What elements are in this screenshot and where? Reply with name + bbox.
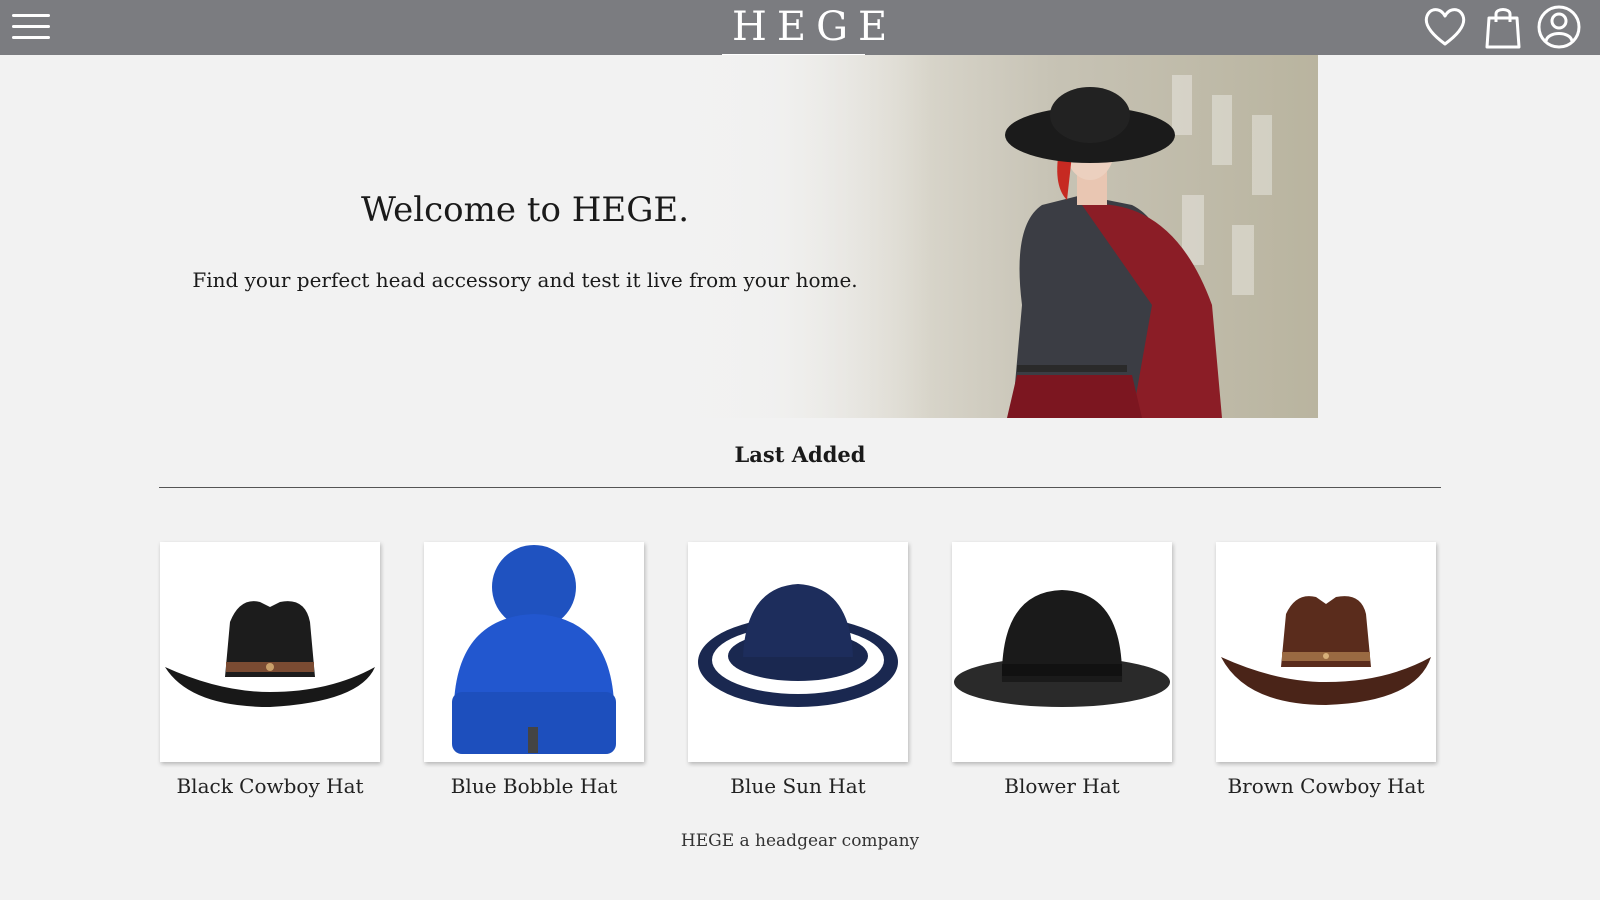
product-image-brown-cowboy-hat[interactable] (1216, 542, 1436, 762)
product-card[interactable]: Blower Hat (951, 542, 1173, 798)
product-grid: Black Cowboy Hat Blue Bobble Hat Blue Su… (159, 542, 1441, 802)
hero-fade-overlay (612, 55, 932, 418)
product-name[interactable]: Brown Cowboy Hat (1215, 774, 1437, 798)
product-name[interactable]: Blue Sun Hat (687, 774, 909, 798)
shopping-bag-icon[interactable] (1480, 4, 1526, 50)
product-card[interactable]: Blue Bobble Hat (423, 542, 645, 798)
heart-icon[interactable] (1422, 4, 1468, 50)
hamburger-menu-icon[interactable] (12, 12, 52, 42)
section-divider (159, 487, 1441, 488)
product-name[interactable]: Blue Bobble Hat (423, 774, 645, 798)
product-card[interactable]: Black Cowboy Hat (159, 542, 381, 798)
product-image-black-cowboy-hat[interactable] (160, 542, 380, 762)
product-image-blower-hat[interactable] (952, 542, 1172, 762)
product-image-blue-sun-hat[interactable] (688, 542, 908, 762)
hero-subtitle: Find your perfect head accessory and tes… (192, 268, 858, 292)
product-name[interactable]: Blower Hat (951, 774, 1173, 798)
hero-title: Welcome to HEGE. (360, 190, 690, 230)
product-image-blue-bobble-hat[interactable] (424, 542, 644, 762)
section-title-last-added: Last Added (734, 442, 866, 467)
brand-logo[interactable]: HEGE (722, 4, 887, 50)
footer-text: HEGE a headgear company (680, 831, 920, 851)
product-card[interactable]: Brown Cowboy Hat (1215, 542, 1437, 798)
user-account-icon[interactable] (1536, 4, 1582, 50)
product-name[interactable]: Black Cowboy Hat (159, 774, 381, 798)
product-card[interactable]: Blue Sun Hat (687, 542, 909, 798)
